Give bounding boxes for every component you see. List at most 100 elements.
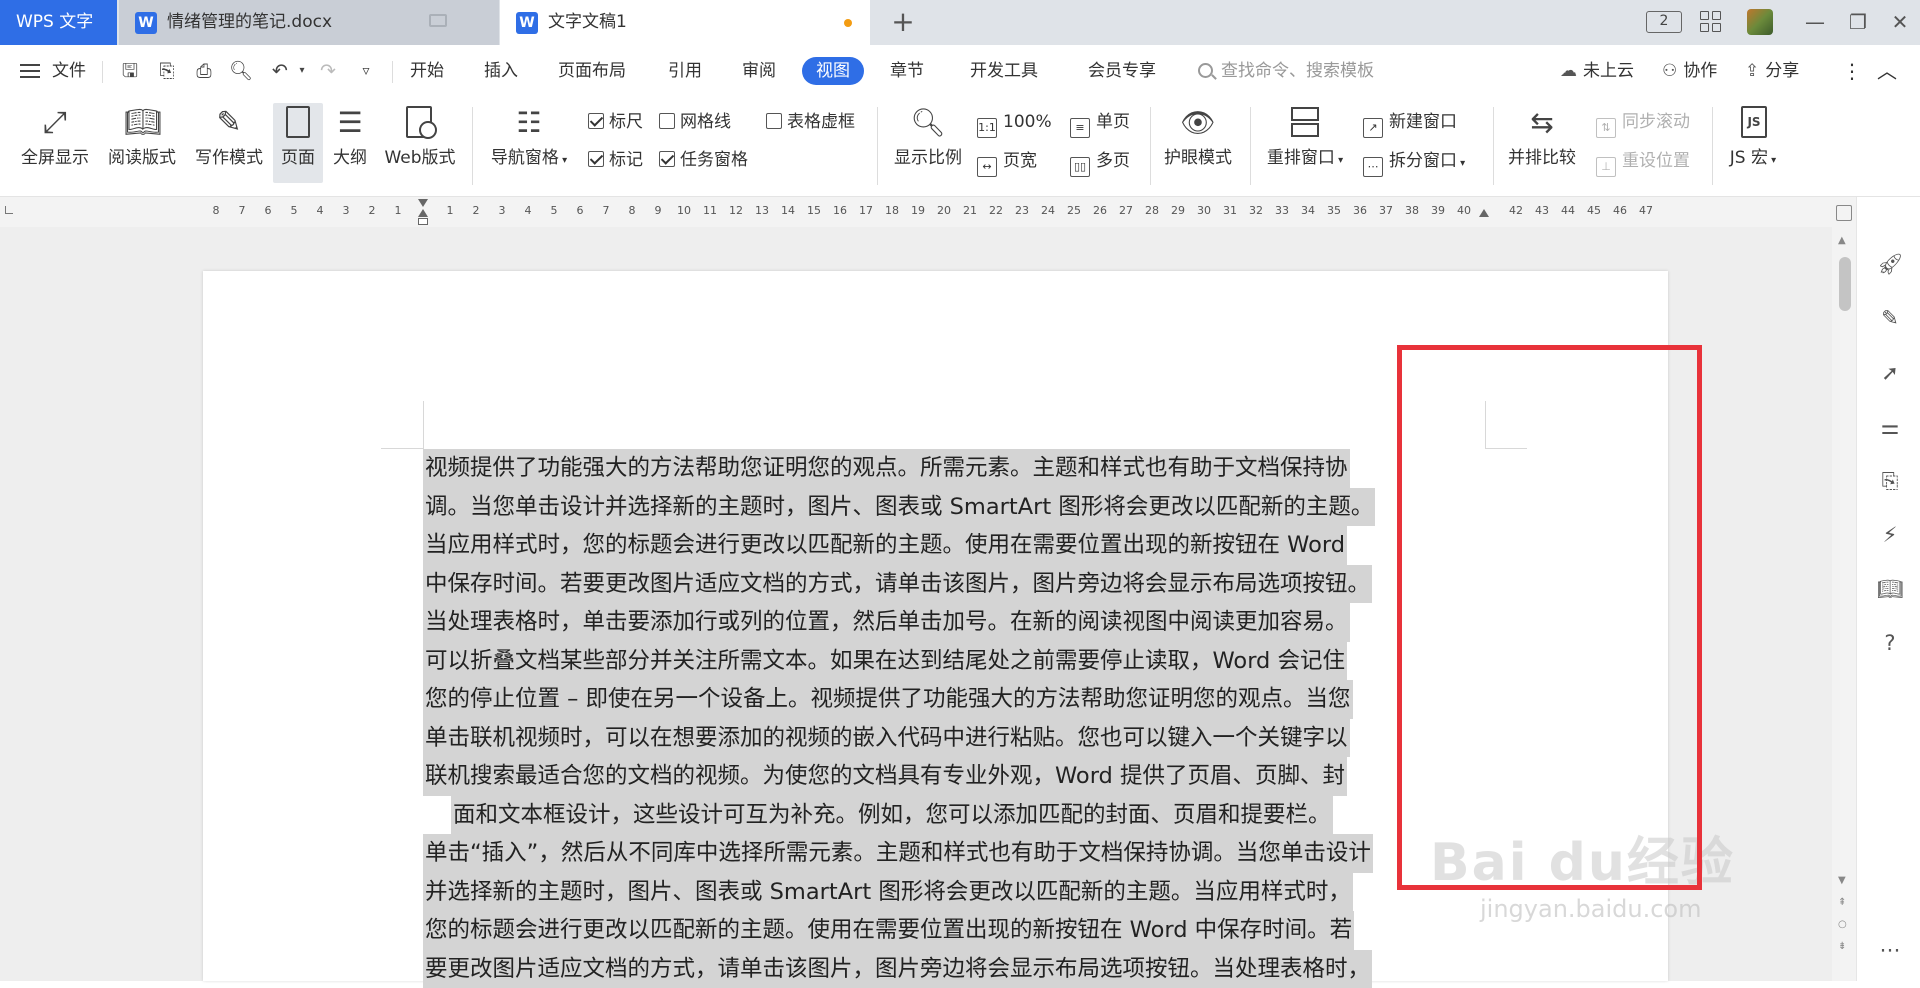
help-icon[interactable]: ?	[1877, 630, 1903, 656]
undo-dropdown-icon[interactable]: ▾	[290, 59, 314, 83]
ruler-number: 20	[934, 204, 954, 217]
split-window-button[interactable]: ⋯拆分窗口 ▾	[1363, 149, 1465, 177]
avatar[interactable]	[1747, 9, 1773, 35]
export-pdf-icon[interactable]: ⎘	[155, 59, 179, 83]
next-page-icon[interactable]: ⇟	[1838, 941, 1846, 952]
share-button[interactable]: ⇪分享	[1745, 57, 1799, 85]
document-body-text[interactable]: 视频提供了功能强大的方法帮助您证明您的观点。所需元素。主题和样式也有助于文档保持…	[423, 449, 1488, 988]
minimize-button[interactable]: —	[1800, 8, 1830, 36]
document-repair-icon[interactable]: ⎘	[1877, 468, 1903, 494]
scroll-up-icon[interactable]: ▲	[1838, 235, 1846, 246]
text-line[interactable]: 视频提供了功能强大的方法帮助您证明您的观点。所需元素。主题和样式也有助于文档保持…	[423, 449, 1488, 488]
text-line[interactable]: 当处理表格时，单击要添加行或列的位置，然后单击加号。在新的阅读视图中阅读更加容易…	[423, 603, 1488, 642]
new-tab-button[interactable]: +	[888, 4, 918, 40]
single-page-button[interactable]: ≡单页	[1070, 110, 1130, 138]
text-line[interactable]: 并选择新的主题时，图片、图表或 SmartArt 图形将会更改以匹配新的主题。当…	[423, 873, 1488, 912]
collapse-ribbon-icon[interactable]: ︿	[1877, 57, 1897, 85]
fullscreen-button[interactable]: ⤢ 全屏显示	[18, 105, 92, 171]
text-line[interactable]: 可以折叠文档某些部分并关注所需文本。如果在达到结尾处之前需要停止读取，Word …	[423, 642, 1488, 681]
page-width-button[interactable]: ↔页宽	[977, 149, 1037, 177]
tab-home[interactable]: 开始	[410, 57, 444, 85]
new-window-button[interactable]: ↗新建窗口	[1363, 110, 1457, 138]
writing-mode-button[interactable]: ✎ 写作模式	[191, 105, 267, 171]
settings-sliders-icon[interactable]: ⚌	[1877, 414, 1903, 440]
multi-page-button[interactable]: ▯▯多页	[1070, 149, 1130, 177]
scroll-down-icon[interactable]: ▼	[1838, 875, 1846, 886]
tab-document-draft[interactable]: W 文字文稿1	[500, 0, 870, 45]
text-line[interactable]: 您的标题会进行更改以匹配新的主题。使用在需要位置出现的新按钮在 Word 中保存…	[423, 911, 1488, 950]
zoom-button[interactable]: 🔍︎ 显示比例	[890, 105, 966, 171]
page-layout-button[interactable]: 页面	[273, 103, 323, 183]
customize-toolbar-icon[interactable]: ▿	[354, 59, 378, 83]
horizontal-ruler[interactable]: 8765432112345678910111213141516171819202…	[0, 197, 1860, 227]
tab-stop-selector[interactable]	[5, 206, 13, 214]
tab-wps-home[interactable]: WPS 文字	[0, 0, 117, 45]
reset-position-button[interactable]: ⊥重设位置	[1596, 149, 1690, 177]
web-layout-button[interactable]: Web版式	[380, 105, 460, 171]
tab-page-layout[interactable]: 页面布局	[558, 57, 626, 85]
sync-scroll-button[interactable]: ⇅同步滚动	[1596, 110, 1690, 138]
restore-button[interactable]: ❐	[1843, 8, 1873, 36]
lightning-icon[interactable]: ⚡︎	[1877, 522, 1903, 548]
task-pane-checkbox[interactable]: 任务窗格	[659, 149, 748, 171]
navigation-pane-button[interactable]: ☷ 导航窗格 ▾	[485, 105, 573, 174]
save-icon[interactable]: 🖫	[118, 59, 142, 83]
more-icon[interactable]: ⋯	[1877, 937, 1903, 963]
text-line[interactable]: 单击联机视频时，可以在想要添加的视频的嵌入代码中进行粘贴。您也可以键入一个关键字…	[423, 719, 1488, 758]
collaborate-button[interactable]: ⚇协作	[1662, 57, 1717, 85]
tab-member[interactable]: 会员专享	[1088, 57, 1156, 85]
ruler-number: 12	[726, 204, 746, 217]
eye-protection-button[interactable]: 👁︎ 护眼模式	[1158, 105, 1238, 171]
tab-review[interactable]: 审阅	[742, 57, 776, 85]
tab-developer[interactable]: 开发工具	[970, 57, 1038, 85]
close-button[interactable]: ✕	[1885, 8, 1915, 36]
text-line[interactable]: 当应用样式时，您的标题会进行更改以匹配新的主题。使用在需要位置出现的新按钮在 W…	[423, 526, 1488, 565]
pen-icon[interactable]: ✎	[1877, 305, 1903, 331]
ruler-number: 18	[882, 204, 902, 217]
text-line[interactable]: 联机搜索最适合您的文档的视频。为使您的文档具有专业外观，Word 提供了页眉、页…	[423, 757, 1488, 796]
text-line[interactable]: 面和文本框设计，这些设计可互为补充。例如，您可以添加匹配的封面、页眉和提要栏。	[423, 796, 1488, 835]
side-by-side-button[interactable]: ⇆ 并排比较	[1502, 105, 1582, 171]
tab-insert[interactable]: 插入	[484, 57, 518, 85]
text-line[interactable]: 您的停止位置 – 即使在另一个设备上。视频提供了功能强大的方法帮助您证明您的观点…	[423, 680, 1488, 719]
zoom-100-button[interactable]: 1:1100%	[977, 110, 1052, 138]
text-line[interactable]: 中保存时间。若要更改图片适应文档的方式，请单击该图片，图片旁边将会显示布局选项按…	[423, 565, 1488, 604]
print-icon[interactable]: ⎙	[192, 59, 216, 83]
marks-checkbox[interactable]: 标记	[588, 149, 643, 171]
tab-view[interactable]: 视图	[802, 57, 864, 85]
text-line[interactable]: 要更改图片适应文档的方式，请单击该图片，图片旁边将会显示布局选项按钮。当处理表格…	[423, 950, 1488, 988]
tab-document-notes[interactable]: W 情绪管理的笔记.docx	[119, 0, 499, 45]
scrollbar-thumb[interactable]	[1839, 257, 1851, 311]
reading-layout-button[interactable]: 📖︎ 阅读版式	[104, 105, 180, 171]
outline-button[interactable]: ☰ 大纲	[327, 105, 373, 171]
previous-page-icon[interactable]: ⇞	[1838, 897, 1846, 908]
rocket-icon[interactable]: 🚀︎	[1877, 251, 1903, 277]
table-gridlines-checkbox[interactable]: 表格虚框	[766, 111, 855, 133]
command-search[interactable]: 查找命令、搜索模板	[1198, 57, 1374, 85]
window-count-badge[interactable]: 2	[1646, 11, 1682, 33]
js-macro-button[interactable]: JS JS 宏 ▾	[1722, 105, 1784, 174]
cloud-status-button[interactable]: ☁未上云	[1560, 57, 1634, 85]
apps-grid-icon[interactable]	[1700, 11, 1722, 33]
tab-references[interactable]: 引用	[668, 57, 702, 85]
file-menu-button[interactable]: 文件	[20, 57, 86, 85]
ruler-checkbox[interactable]: 标尺	[588, 111, 643, 133]
browse-object-icon[interactable]: ○	[1838, 919, 1847, 930]
print-preview-icon[interactable]: 🔍︎	[229, 59, 253, 83]
undo-icon[interactable]: ↶	[268, 59, 292, 83]
monitor-icon[interactable]	[429, 14, 447, 27]
gridlines-checkbox[interactable]: 网格线	[659, 111, 731, 133]
left-indent-marker[interactable]	[418, 197, 428, 227]
ruler-number: 2	[466, 204, 486, 217]
redo-icon[interactable]: ↷	[316, 59, 340, 83]
more-icon[interactable]: ⋮	[1842, 57, 1862, 85]
cursor-icon[interactable]: ➚	[1877, 360, 1903, 386]
text-line[interactable]: 调。当您单击设计并选择新的主题时，图片、图表或 SmartArt 图形将会更改以…	[423, 488, 1488, 527]
book-icon[interactable]: 📖︎	[1877, 576, 1903, 602]
ruler-toggle-icon[interactable]	[1836, 205, 1852, 221]
tab-chapter[interactable]: 章节	[890, 57, 924, 85]
text-line[interactable]: 单击“插入”，然后从不同库中选择所需元素。主题和样式也有助于文档保持协调。当您单…	[423, 834, 1488, 873]
vertical-scrollbar[interactable]: ▲ ▼ ⇞ ○ ⇟	[1832, 227, 1856, 981]
right-indent-marker[interactable]	[1479, 197, 1489, 227]
rearrange-windows-button[interactable]: 重排窗口 ▾	[1262, 105, 1348, 174]
